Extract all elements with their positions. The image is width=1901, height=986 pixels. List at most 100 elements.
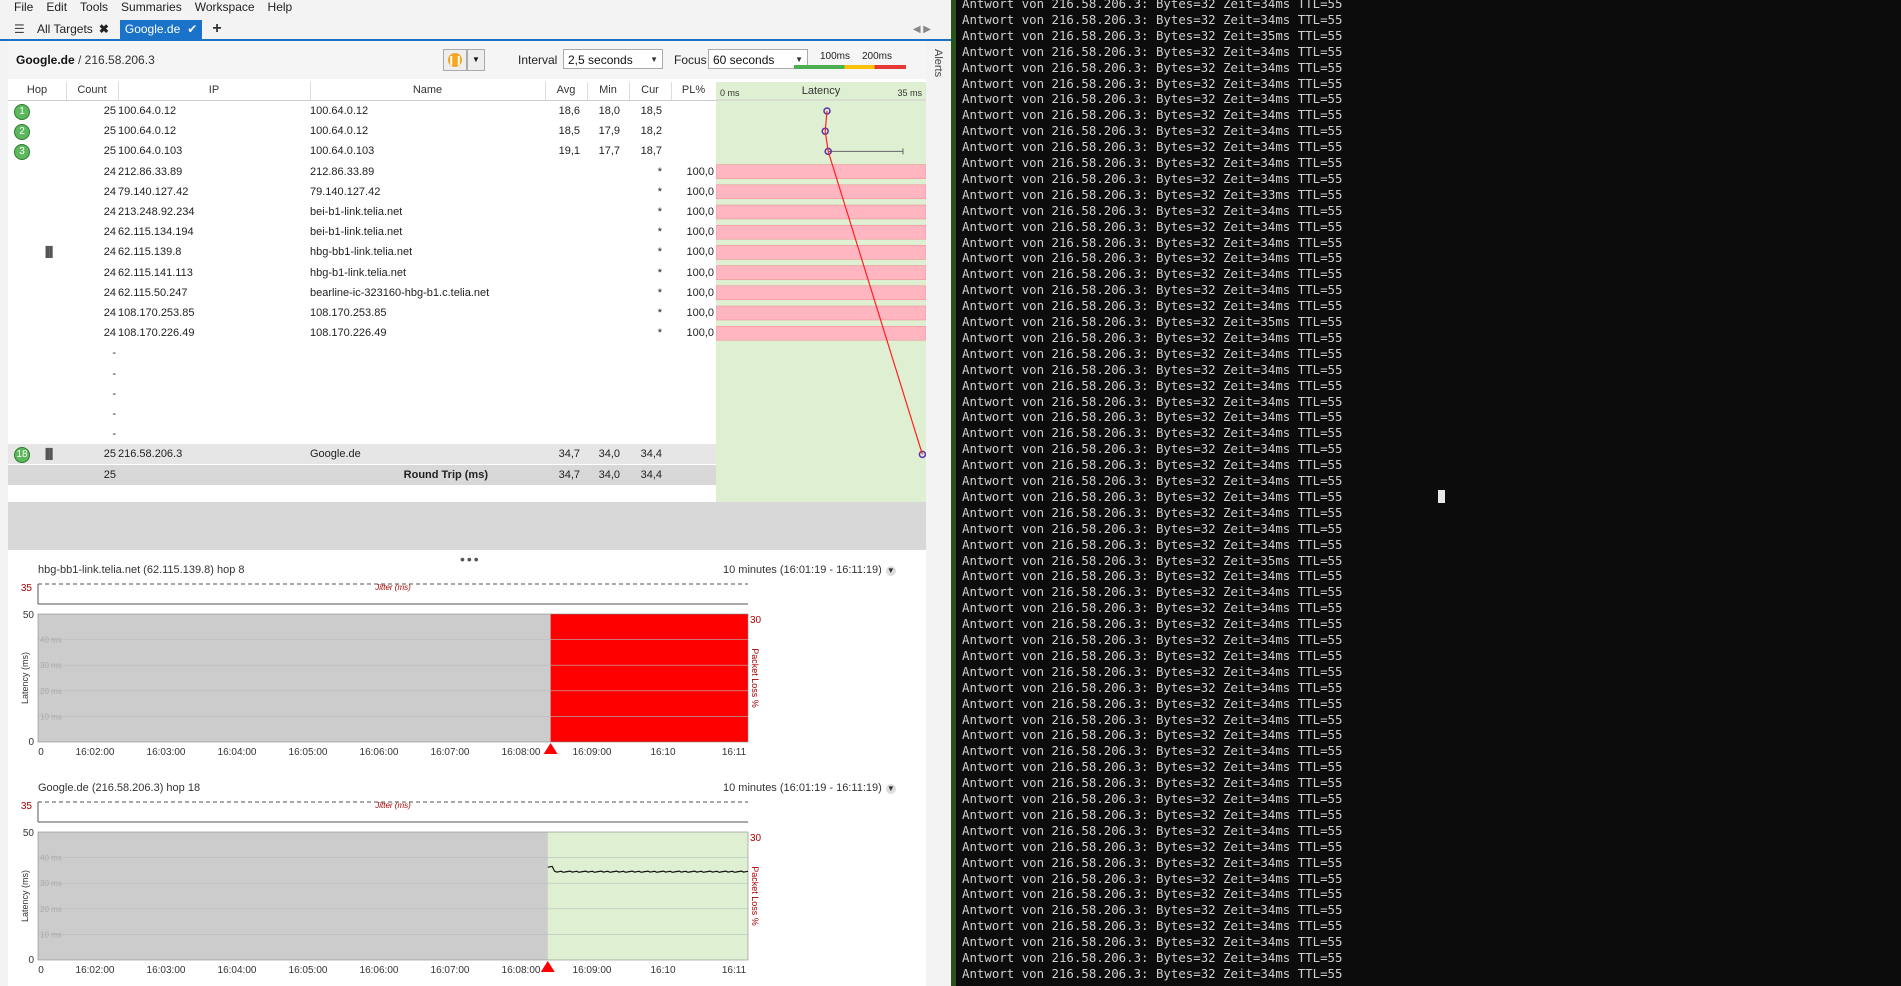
pause-dropdown[interactable]: ▼ xyxy=(467,49,485,71)
ping-reply-prefix: Antwort von 216.58.206.3: Bytes=32 Zeit= xyxy=(962,107,1261,123)
ping-reply-suffix: TTL=55 xyxy=(1290,282,1343,298)
ping-reply-time: 34ms xyxy=(1260,663,1291,679)
timeline-hop18: Google.de (216.58.206.3) hop 18 10 minut… xyxy=(8,778,926,986)
interval-select[interactable]: 2,5 seconds ▼ xyxy=(563,49,663,69)
chevron-down-icon: ▼ xyxy=(885,784,896,794)
timeline-hop8-range[interactable]: 10 minutes (16:01:19 - 16:11:19) ▼ xyxy=(723,564,896,576)
table-row[interactable]: 24 62.115.141.113 hbg-b1-link.telia.net * 10… xyxy=(8,263,718,283)
table-row[interactable]: 18 ▐▌ 25 216.58.206.3 Google.de 34,7 34,0 34,4 xyxy=(8,444,718,465)
col-min[interactable]: Min xyxy=(587,84,629,96)
grid-label: 40 ms xyxy=(40,636,62,645)
table-row[interactable]: - xyxy=(8,424,718,444)
cell-count: - xyxy=(112,408,116,420)
table-row[interactable]: ▐▌ 24 62.115.139.8 hbg-bb1-link.telia.net * 1… xyxy=(8,242,718,262)
table-row[interactable]: - xyxy=(8,404,718,424)
tab-google[interactable]: Google.de ✔ xyxy=(119,19,203,39)
cell-cur: 18,7 xyxy=(640,145,662,158)
table-row[interactable]: 24 212.86.33.89 212.86.33.89 * 100,0 xyxy=(8,162,718,182)
bar-chart-icon[interactable]: ▐▌ xyxy=(42,449,56,460)
table-row[interactable]: 24 79.140.127.42 79.140.127.42 * 100,0 xyxy=(8,182,718,202)
col-hop[interactable]: Hop xyxy=(8,84,66,96)
y-min-label: 0 xyxy=(28,955,34,966)
ping-reply-time: 34ms xyxy=(1260,584,1291,600)
table-row[interactable]: 24 62.115.50.247 bearline-ic-323160-hbg-b1… xyxy=(8,283,718,303)
cell-ip: 213.248.92.234 xyxy=(118,206,195,218)
cell-count: 25 xyxy=(103,125,116,138)
ping-reply-prefix: Antwort von 216.58.206.3: Bytes=32 Zeit= xyxy=(962,11,1261,27)
cell-ip: 100.64.0.12 xyxy=(118,125,177,138)
menu-tools[interactable]: Tools xyxy=(76,0,117,15)
ping-reply-line: Antwort von 216.58.206.3: Bytes=32 Zeit=… xyxy=(962,362,1342,378)
interval-value: 2,5 seconds xyxy=(568,53,633,67)
cell-name: 108.170.226.49 xyxy=(310,327,387,340)
focus-select[interactable]: 60 seconds ▼ xyxy=(708,49,808,69)
ping-reply-suffix: TTL=55 xyxy=(1290,329,1343,345)
col-count[interactable]: Count xyxy=(66,84,118,96)
hop-number-badge: 3 xyxy=(14,144,30,161)
table-row[interactable]: 3 25 100.64.0.103 100.64.0.103 19,1 17,7 18,7 xyxy=(8,141,718,161)
table-row[interactable]: - xyxy=(8,343,718,363)
pingplotter-window: File Edit Tools Summaries Workspace Help… xyxy=(0,0,951,986)
ping-reply-time: 34ms xyxy=(1260,345,1291,361)
table-row[interactable]: 1 25 100.64.0.12 100.64.0.12 18,6 18,0 18,5 xyxy=(8,101,718,121)
ping-reply-suffix: TTL=55 xyxy=(1290,838,1343,854)
ping-reply-suffix: TTL=55 xyxy=(1290,854,1343,870)
table-row[interactable]: 24 108.170.226.49 108.170.226.49 * 100,0 xyxy=(8,323,718,343)
target-name: Google.de xyxy=(16,53,75,67)
table-row[interactable]: 24 213.248.92.234 bei-b1-link.telia.net * 10… xyxy=(8,202,718,222)
menu-help[interactable]: Help xyxy=(264,0,302,15)
ping-reply-line: Antwort von 216.58.206.3: Bytes=32 Zeit=… xyxy=(962,203,1342,219)
col-name[interactable]: Name xyxy=(310,84,545,96)
cell-cur: * xyxy=(657,286,662,299)
menu-summaries[interactable]: Summaries xyxy=(117,0,191,15)
timeline-hop18-range[interactable]: 10 minutes (16:01:19 - 16:11:19) ▼ xyxy=(723,782,896,794)
tab-scroll-arrows-icon[interactable]: ◀ ▶ xyxy=(913,24,931,35)
ping-reply-suffix: TTL=55 xyxy=(1290,743,1343,759)
cell-cur: 34,4 xyxy=(640,448,662,461)
table-row[interactable]: 24 62.115.134.194 bei-b1-link.telia.net * 10… xyxy=(8,222,718,242)
ping-reply-prefix: Antwort von 216.58.206.3: Bytes=32 Zeit= xyxy=(962,186,1261,202)
cell-count: 24 xyxy=(103,165,116,178)
table-row[interactable]: 2 25 100.64.0.12 100.64.0.12 18,5 17,9 18,2 xyxy=(8,121,718,141)
col-avg[interactable]: Avg xyxy=(545,84,587,96)
ping-reply-prefix: Antwort von 216.58.206.3: Bytes=32 Zeit= xyxy=(962,838,1261,854)
menu-edit[interactable]: Edit xyxy=(42,0,76,15)
ping-reply-suffix: TTL=55 xyxy=(1290,950,1343,965)
ping-reply-suffix: TTL=55 xyxy=(1290,123,1343,139)
x-tick-label: 16:02:00 xyxy=(76,747,115,758)
ping-reply-prefix: Antwort von 216.58.206.3: Bytes=32 Zeit= xyxy=(962,918,1261,934)
cell-cur: * xyxy=(657,206,662,218)
ping-reply-prefix: Antwort von 216.58.206.3: Bytes=32 Zeit= xyxy=(962,679,1261,695)
menu-file[interactable]: File xyxy=(10,0,42,15)
ping-reply-line: Antwort von 216.58.206.3: Bytes=32 Zeit=… xyxy=(962,123,1342,139)
ping-reply-time: 34ms xyxy=(1260,0,1291,11)
hamburger-icon[interactable]: ☰ xyxy=(14,22,26,36)
alerts-panel-tab[interactable]: Alerts xyxy=(926,41,951,516)
table-row[interactable]: - xyxy=(8,384,718,404)
table-row[interactable]: - xyxy=(8,364,718,384)
col-cur[interactable]: Cur xyxy=(629,84,671,96)
jitter-top-label: 35 xyxy=(21,583,33,594)
tab-all-targets[interactable]: All Targets ✖ xyxy=(32,20,114,39)
packet-loss-region xyxy=(550,614,748,742)
x-tick-label: 16:08:00 xyxy=(502,965,541,976)
check-icon[interactable]: ✔ xyxy=(187,22,197,36)
pause-button[interactable]: ❙❙ xyxy=(443,49,467,71)
round-trip-count: 25 xyxy=(103,468,116,481)
cell-count: 25 xyxy=(103,448,116,461)
table-row[interactable]: 24 108.170.253.85 108.170.253.85 * 100,0 xyxy=(8,303,718,323)
cell-pl: 100,0 xyxy=(686,206,714,218)
ping-reply-line: Antwort von 216.58.206.3: Bytes=32 Zeit=… xyxy=(962,12,1342,28)
target-ip: / 216.58.206.3 xyxy=(74,53,155,67)
col-ip[interactable]: IP xyxy=(118,84,310,96)
ping-reply-prefix: Antwort von 216.58.206.3: Bytes=32 Zeit= xyxy=(962,886,1261,902)
ping-terminal[interactable]: Antwort von 216.58.206.3: Bytes=32 Zeit=… xyxy=(956,0,1901,986)
add-tab-icon[interactable]: + xyxy=(212,20,221,38)
col-pl[interactable]: PL% xyxy=(671,84,716,96)
bar-chart-icon[interactable]: ▐▌ xyxy=(42,247,56,258)
close-icon[interactable]: ✖ xyxy=(99,22,109,36)
packet-loss-bar xyxy=(715,305,927,321)
cell-ip: 62.115.141.113 xyxy=(118,266,193,279)
menu-workspace[interactable]: Workspace xyxy=(191,0,264,15)
x-tick-label: 16:08:00 xyxy=(502,747,541,758)
